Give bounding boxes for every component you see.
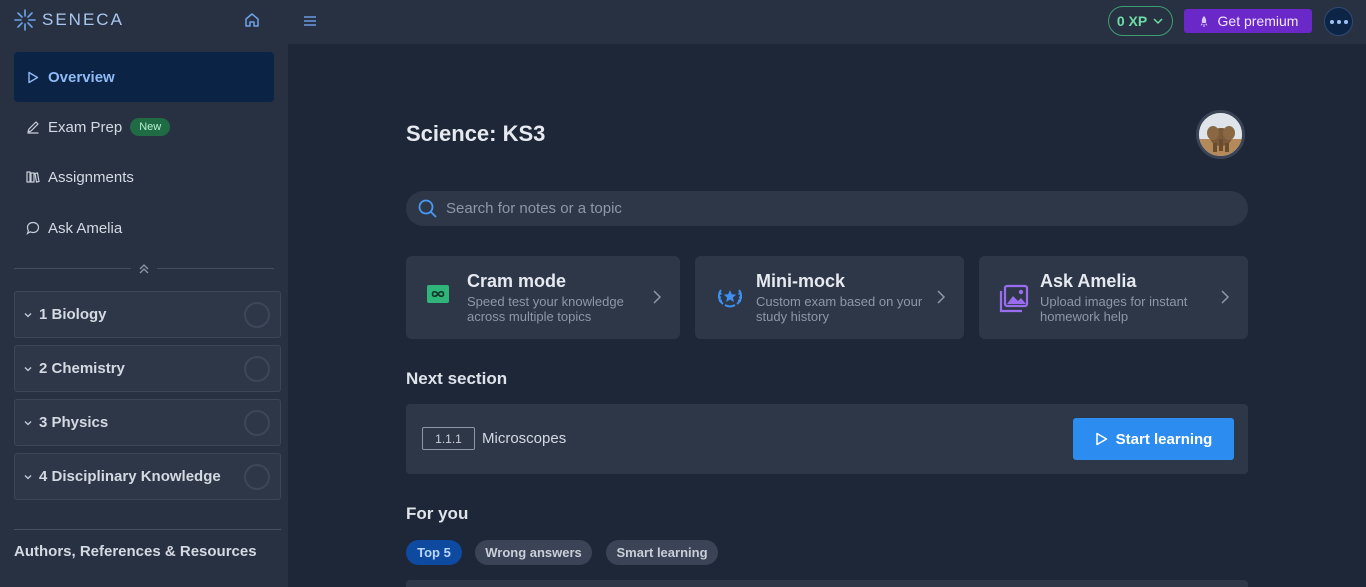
chevron-down-icon xyxy=(1153,18,1163,25)
card-title: Ask Amelia xyxy=(1040,271,1137,291)
search-input[interactable] xyxy=(446,200,1226,217)
next-section-heading: Next section xyxy=(406,369,508,388)
topic-physics[interactable]: 3 Physics xyxy=(14,399,281,446)
chip-smart-learning[interactable]: Smart learning xyxy=(606,540,718,565)
get-premium-label: Get premium xyxy=(1217,13,1299,29)
home-button[interactable] xyxy=(242,10,262,30)
start-learning-label: Start learning xyxy=(1115,430,1213,448)
next-section-panel: 1.1.1 Microscopes Start learning xyxy=(406,404,1248,474)
topic-disciplinary-knowledge[interactable]: 4 Disciplinary Knowledge xyxy=(14,453,281,500)
topic-label: 1 Biology xyxy=(39,306,107,323)
topic-label: 3 Physics xyxy=(39,414,109,431)
progress-ring xyxy=(244,302,270,328)
course-avatar[interactable] xyxy=(1196,110,1245,159)
topic-chemistry[interactable]: 2 Chemistry xyxy=(14,345,281,392)
search-bar[interactable] xyxy=(406,191,1248,226)
search-icon xyxy=(418,199,437,218)
sidebar-divider xyxy=(14,529,281,530)
chevron-down-icon xyxy=(23,419,35,427)
xp-dropdown[interactable]: 0 XP xyxy=(1108,6,1173,36)
sidebar-item-ask-amelia[interactable]: Ask Amelia xyxy=(14,203,274,253)
elephant-image xyxy=(1199,113,1242,156)
dot xyxy=(1336,19,1341,24)
image-stack-icon xyxy=(999,284,1029,313)
start-learning-button[interactable]: Start learning xyxy=(1073,418,1234,460)
progress-ring xyxy=(244,410,270,436)
chevron-down-icon xyxy=(23,473,35,481)
hamburger-icon xyxy=(304,16,316,26)
card-description: Upload images for instant homework help xyxy=(1040,294,1188,324)
menu-button[interactable] xyxy=(302,13,318,29)
topic-label: 2 Chemistry xyxy=(39,360,125,377)
pencil-icon xyxy=(26,120,40,134)
sidebar-item-overview[interactable]: Overview xyxy=(14,52,274,102)
get-premium-button[interactable]: Get premium xyxy=(1184,9,1312,33)
dot xyxy=(1343,19,1348,24)
new-badge: New xyxy=(130,118,171,136)
topic-label: 4 Disciplinary Knowledge xyxy=(39,468,221,485)
sidebar: SENECA Overview Exam Prep New Assignment… xyxy=(0,0,288,587)
sidebar-item-label: Assignments xyxy=(48,168,134,186)
progress-ring xyxy=(244,464,270,490)
sidebar-item-exam-prep[interactable]: Exam Prep New xyxy=(14,102,274,152)
infinity-icon xyxy=(426,284,452,310)
double-chevron-up-icon xyxy=(139,264,149,274)
sidebar-item-assignments[interactable]: Assignments xyxy=(14,152,274,202)
for-you-heading: For you xyxy=(406,504,469,523)
seneca-logo[interactable]: SENECA xyxy=(14,8,124,32)
section-name: Microscopes xyxy=(482,430,567,447)
card-title: Mini-mock xyxy=(756,271,846,291)
chevron-right-icon xyxy=(937,290,946,304)
sidebar-item-label: Ask Amelia xyxy=(48,219,123,237)
chip-top-5[interactable]: Top 5 xyxy=(406,540,462,565)
mini-mock-card[interactable]: Mini-mock Custom exam based on your stud… xyxy=(695,256,964,339)
laurel-star-icon xyxy=(715,284,743,310)
section-number: 1.1.1 xyxy=(422,427,475,450)
divider-line xyxy=(157,268,274,269)
page-title: Science: KS3 xyxy=(406,121,546,146)
card-title: Cram mode xyxy=(467,271,567,291)
books-icon xyxy=(26,170,40,184)
sidebar-item-label: Overview xyxy=(48,68,115,86)
chat-bubble-icon xyxy=(26,221,40,235)
top-bar: 0 XP Get premium xyxy=(288,0,1366,44)
sidebar-item-label: Exam Prep xyxy=(48,118,123,136)
card-description: Custom exam based on your study history xyxy=(756,294,923,324)
chip-wrong-answers[interactable]: Wrong answers xyxy=(475,540,592,565)
divider-line xyxy=(14,268,131,269)
seneca-logo-icon xyxy=(14,9,36,31)
authors-references-link[interactable]: Authors, References & Resources xyxy=(14,543,257,560)
xp-value: 0 XP xyxy=(1116,13,1148,29)
topic-biology[interactable]: 1 Biology xyxy=(14,291,281,338)
cram-mode-card[interactable]: Cram mode Speed test your knowledge acro… xyxy=(406,256,680,339)
chevron-down-icon xyxy=(23,365,35,373)
nav-divider xyxy=(14,262,274,276)
dot xyxy=(1329,19,1334,24)
for-you-content-panel xyxy=(406,580,1248,587)
chevron-right-icon xyxy=(1221,290,1230,304)
play-icon xyxy=(1095,432,1107,446)
home-icon xyxy=(245,13,259,27)
progress-ring xyxy=(244,356,270,382)
chevron-down-icon xyxy=(23,311,35,319)
collapse-button[interactable] xyxy=(137,262,151,276)
ask-amelia-card[interactable]: Ask Amelia Upload images for instant hom… xyxy=(979,256,1248,339)
rocket-icon xyxy=(1200,15,1208,27)
play-icon xyxy=(26,70,40,84)
more-options-button[interactable] xyxy=(1324,7,1353,36)
logo-text: SENECA xyxy=(42,10,124,29)
card-description: Speed test your knowledge across multipl… xyxy=(467,294,624,324)
chevron-right-icon xyxy=(653,290,662,304)
